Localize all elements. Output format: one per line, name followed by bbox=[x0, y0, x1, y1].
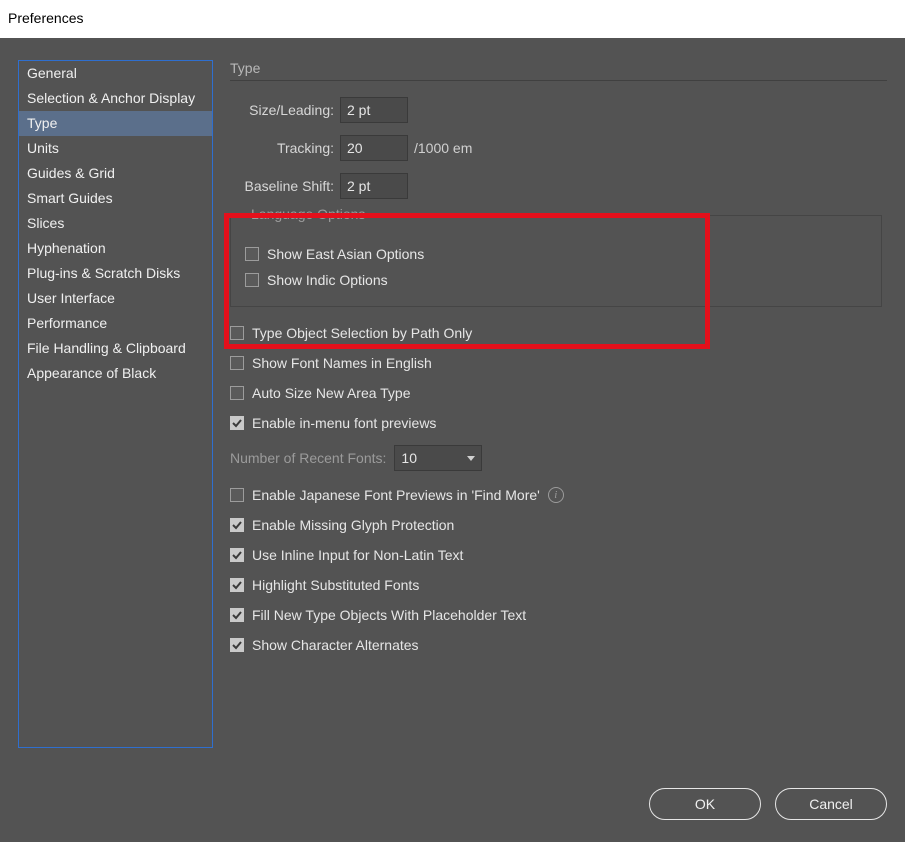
sidebar-item-type[interactable]: Type bbox=[19, 111, 212, 136]
baseline-shift-input[interactable] bbox=[340, 173, 408, 199]
jp-find-more-row: Enable Japanese Font Previews in 'Find M… bbox=[230, 487, 887, 503]
sidebar-item-label: General bbox=[27, 65, 77, 81]
sidebar-item-general[interactable]: General bbox=[19, 61, 212, 86]
in-menu-preview-label: Enable in-menu font previews bbox=[252, 415, 436, 431]
info-icon[interactable]: i bbox=[548, 487, 564, 503]
sidebar-item-label: File Handling & Clipboard bbox=[27, 340, 186, 356]
tracking-row: Tracking: /1000 em bbox=[230, 135, 887, 161]
recent-fonts-select[interactable]: 10 bbox=[394, 445, 482, 471]
recent-fonts-row: Number of Recent Fonts: 10 bbox=[230, 445, 887, 471]
indic-label: Show Indic Options bbox=[267, 272, 388, 288]
section-title: Type bbox=[230, 60, 887, 76]
sidebar-item-label: Selection & Anchor Display bbox=[27, 90, 195, 106]
sidebar-item-label: User Interface bbox=[27, 290, 115, 306]
type-preferences-panel: Type Size/Leading: Tracking: /1000 em Ba… bbox=[230, 60, 887, 667]
char-alternates-row: Show Character Alternates bbox=[230, 637, 887, 653]
east-asian-checkbox[interactable] bbox=[245, 247, 259, 261]
size-leading-input[interactable] bbox=[340, 97, 408, 123]
sidebar-item-label: Plug-ins & Scratch Disks bbox=[27, 265, 180, 281]
dialog-body: General Selection & Anchor Display Type … bbox=[0, 38, 905, 842]
chevron-down-icon bbox=[467, 456, 475, 461]
sidebar-item-selection-anchor[interactable]: Selection & Anchor Display bbox=[19, 86, 212, 111]
missing-glyph-label: Enable Missing Glyph Protection bbox=[252, 517, 454, 533]
path-only-row: Type Object Selection by Path Only bbox=[230, 325, 887, 341]
highlight-substituted-checkbox[interactable] bbox=[230, 578, 244, 592]
highlight-substituted-label: Highlight Substituted Fonts bbox=[252, 577, 419, 593]
dialog-button-bar: OK Cancel bbox=[649, 788, 887, 820]
jp-find-more-label: Enable Japanese Font Previews in 'Find M… bbox=[252, 487, 540, 503]
preferences-sidebar: General Selection & Anchor Display Type … bbox=[18, 60, 213, 748]
sidebar-item-label: Hyphenation bbox=[27, 240, 106, 256]
window-title: Preferences bbox=[0, 0, 905, 34]
sidebar-item-appearance-black[interactable]: Appearance of Black bbox=[19, 361, 212, 386]
tracking-label: Tracking: bbox=[230, 140, 334, 156]
inline-non-latin-row: Use Inline Input for Non-Latin Text bbox=[230, 547, 887, 563]
missing-glyph-checkbox[interactable] bbox=[230, 518, 244, 532]
sidebar-item-user-interface[interactable]: User Interface bbox=[19, 286, 212, 311]
in-menu-preview-checkbox[interactable] bbox=[230, 416, 244, 430]
sidebar-item-slices[interactable]: Slices bbox=[19, 211, 212, 236]
sidebar-item-plugins-scratch[interactable]: Plug-ins & Scratch Disks bbox=[19, 261, 212, 286]
baseline-shift-row: Baseline Shift: bbox=[230, 173, 887, 199]
in-menu-preview-row: Enable in-menu font previews bbox=[230, 415, 887, 431]
sidebar-item-smart-guides[interactable]: Smart Guides bbox=[19, 186, 212, 211]
east-asian-option-row: Show East Asian Options bbox=[245, 246, 867, 262]
sidebar-item-performance[interactable]: Performance bbox=[19, 311, 212, 336]
missing-glyph-row: Enable Missing Glyph Protection bbox=[230, 517, 887, 533]
placeholder-text-checkbox[interactable] bbox=[230, 608, 244, 622]
char-alternates-checkbox[interactable] bbox=[230, 638, 244, 652]
recent-fonts-label: Number of Recent Fonts: bbox=[230, 450, 386, 466]
sidebar-item-file-clipboard[interactable]: File Handling & Clipboard bbox=[19, 336, 212, 361]
highlight-substituted-row: Highlight Substituted Fonts bbox=[230, 577, 887, 593]
sidebar-item-label: Type bbox=[27, 115, 57, 131]
language-options-group: Language Options Show East Asian Options… bbox=[230, 215, 882, 307]
inline-non-latin-checkbox[interactable] bbox=[230, 548, 244, 562]
size-leading-label: Size/Leading: bbox=[230, 102, 334, 118]
ok-button[interactable]: OK bbox=[649, 788, 761, 820]
language-options-title: Language Options bbox=[245, 206, 371, 222]
sidebar-item-label: Smart Guides bbox=[27, 190, 113, 206]
tracking-suffix: /1000 em bbox=[414, 140, 472, 156]
sidebar-item-label: Guides & Grid bbox=[27, 165, 115, 181]
cancel-button[interactable]: Cancel bbox=[775, 788, 887, 820]
jp-find-more-checkbox[interactable] bbox=[230, 488, 244, 502]
auto-size-area-checkbox[interactable] bbox=[230, 386, 244, 400]
recent-fonts-value: 10 bbox=[401, 450, 417, 466]
sidebar-item-guides-grid[interactable]: Guides & Grid bbox=[19, 161, 212, 186]
baseline-shift-label: Baseline Shift: bbox=[230, 178, 334, 194]
size-leading-row: Size/Leading: bbox=[230, 97, 887, 123]
east-asian-label: Show East Asian Options bbox=[267, 246, 424, 262]
auto-size-area-label: Auto Size New Area Type bbox=[252, 385, 411, 401]
path-only-label: Type Object Selection by Path Only bbox=[252, 325, 472, 341]
path-only-checkbox[interactable] bbox=[230, 326, 244, 340]
placeholder-text-label: Fill New Type Objects With Placeholder T… bbox=[252, 607, 526, 623]
tracking-input[interactable] bbox=[340, 135, 408, 161]
sidebar-item-label: Performance bbox=[27, 315, 107, 331]
placeholder-text-row: Fill New Type Objects With Placeholder T… bbox=[230, 607, 887, 623]
sidebar-item-label: Slices bbox=[27, 215, 64, 231]
char-alternates-label: Show Character Alternates bbox=[252, 637, 419, 653]
section-divider bbox=[230, 80, 887, 81]
sidebar-item-label: Appearance of Black bbox=[27, 365, 156, 381]
sidebar-item-units[interactable]: Units bbox=[19, 136, 212, 161]
font-names-english-checkbox[interactable] bbox=[230, 356, 244, 370]
inline-non-latin-label: Use Inline Input for Non-Latin Text bbox=[252, 547, 463, 563]
font-names-english-row: Show Font Names in English bbox=[230, 355, 887, 371]
indic-option-row: Show Indic Options bbox=[245, 272, 867, 288]
font-names-english-label: Show Font Names in English bbox=[252, 355, 432, 371]
sidebar-item-label: Units bbox=[27, 140, 59, 156]
sidebar-item-hyphenation[interactable]: Hyphenation bbox=[19, 236, 212, 261]
indic-checkbox[interactable] bbox=[245, 273, 259, 287]
auto-size-area-row: Auto Size New Area Type bbox=[230, 385, 887, 401]
